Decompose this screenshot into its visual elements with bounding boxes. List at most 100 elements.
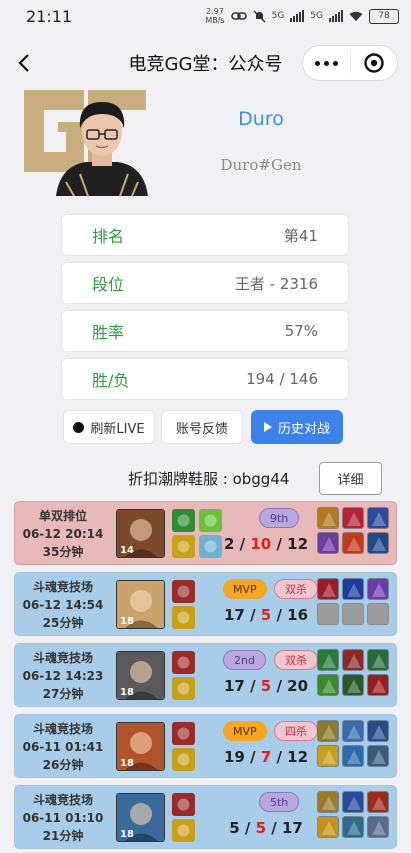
mute-bell-icon: [253, 9, 266, 23]
champion-portrait: 18: [116, 580, 165, 629]
summoner-spell-icon: [172, 677, 195, 700]
close-mini-program-button[interactable]: [351, 52, 398, 74]
stat-label: 胜率: [92, 323, 125, 342]
match-card[interactable]: 斗魂竞技场 06-12 14:23 27分钟 18 2nd 双杀 17 / 5 /…: [14, 643, 397, 707]
more-button[interactable]: [303, 60, 350, 66]
item-grid: [317, 578, 389, 625]
back-button[interactable]: [2, 41, 46, 85]
item-icon: [317, 720, 339, 742]
summoner-spell-icon: [172, 509, 195, 532]
summoner-spell-icon: [172, 580, 195, 603]
network-label-1: 5G: [271, 11, 285, 21]
match-info: 斗魂竞技场 06-11 01:41 26分钟: [15, 720, 111, 774]
kda: 17 / 5 / 16: [223, 606, 309, 624]
deaths: 5: [260, 677, 272, 695]
match-mode: 单双排位: [38, 509, 87, 523]
match-card[interactable]: 斗魂竞技场 06-11 01:10 21分钟 18 5th 5 / 5 / 17: [14, 785, 397, 849]
champion-portrait: 14: [116, 509, 165, 558]
summoner-spell-icon: [172, 722, 195, 745]
match-history-button[interactable]: 历史对战: [251, 410, 343, 444]
match-mode: 斗魂竞技场: [32, 793, 93, 807]
stat-record-row: 胜/负 194 / 146: [61, 358, 349, 400]
item-icon: [367, 674, 389, 696]
link-icon: [230, 12, 247, 20]
item-icon: [342, 674, 364, 696]
match-duration: 27分钟: [42, 687, 84, 701]
match-card[interactable]: 斗魂竞技场 06-12 14:54 25分钟 18 MVP 双杀 17 / 5 /…: [14, 572, 397, 636]
assists: 12: [287, 535, 309, 553]
stat-value: 194 / 146: [246, 370, 318, 388]
stat-label: 胜/负: [92, 371, 130, 390]
empty-item-slot: [367, 603, 389, 625]
detail-button[interactable]: 详细: [319, 462, 382, 495]
assists: 17: [281, 819, 303, 837]
champion-level: 18: [120, 829, 134, 840]
stat-value: 王者 - 2316: [234, 274, 318, 293]
item-icon: [317, 816, 339, 838]
champion-level: 18: [120, 758, 134, 769]
stat-winrate-row: 胜率 57%: [61, 310, 349, 352]
item-icon: [342, 745, 364, 767]
target-circle-icon: [364, 53, 384, 73]
player-name: Duro: [238, 108, 284, 130]
item-icon: [342, 507, 364, 529]
promo-text: 折扣潮牌鞋服 : obgg44: [128, 470, 290, 488]
item-icon: [317, 674, 339, 696]
kills: 17: [223, 606, 245, 624]
item-icon: [367, 532, 389, 554]
deaths: 5: [255, 819, 266, 837]
summoner-spell-icon: [172, 819, 195, 842]
champion-portrait: 18: [116, 651, 165, 700]
multikill-badge: 四杀: [274, 721, 318, 741]
status-icons: 2.97 MB/s 5G 5G 78: [205, 7, 399, 25]
stat-rank-row: 排名 第41: [61, 214, 349, 256]
live-dot-icon: [73, 421, 85, 433]
kda: 2 / 10 / 12: [223, 535, 309, 553]
kills: 19: [223, 748, 245, 766]
kda: 17 / 5 / 20: [223, 677, 309, 695]
item-icon: [367, 816, 389, 838]
assists: 20: [287, 677, 309, 695]
summoner-spell-icon: [172, 651, 195, 674]
match-info: 斗魂竞技场 06-11 01:10 21分钟: [15, 791, 111, 845]
stat-value: 第41: [283, 226, 318, 245]
match-date: 06-12 14:23: [22, 669, 104, 683]
match-info: 斗魂竞技场 06-12 14:54 25分钟: [15, 578, 111, 632]
champion-portrait: 18: [116, 793, 165, 842]
match-card[interactable]: 斗魂竞技场 06-11 01:41 26分钟 18 MVP 四杀 19 / 7 /…: [14, 714, 397, 778]
kda: 5 / 5 / 17: [229, 819, 303, 837]
rune-icon: [199, 509, 222, 532]
deaths: 7: [260, 748, 272, 766]
signal-icon: [290, 10, 305, 22]
player-avatar: [56, 102, 148, 196]
match-duration: 25分钟: [42, 616, 84, 630]
match-date: 06-12 20:14: [22, 527, 104, 541]
item-icon: [317, 791, 339, 813]
stat-label: 段位: [92, 275, 125, 294]
refresh-live-button[interactable]: 刷新LIVE: [63, 410, 155, 444]
wifi-icon: [349, 11, 363, 21]
match-date: 06-12 14:54: [22, 598, 104, 612]
status-bar: 21:11 2.97 MB/s 5G 5G 78: [0, 0, 411, 32]
item-icon: [317, 532, 339, 554]
match-info: 斗魂竞技场 06-12 14:23 27分钟: [15, 649, 111, 703]
item-icon: [342, 532, 364, 554]
signal-icon: [329, 10, 343, 22]
kills: 2: [223, 535, 235, 553]
item-icon: [342, 649, 364, 671]
match-card[interactable]: 单双排位 06-12 20:14 35分钟 14 9th 2 / 10 / 12: [14, 501, 397, 565]
chevron-left-icon: [18, 54, 29, 72]
item-icon: [317, 649, 339, 671]
champion-level: 18: [120, 687, 134, 698]
item-icon: [367, 720, 389, 742]
match-info: 单双排位 06-12 20:14 35分钟: [15, 507, 111, 561]
status-time: 21:11: [26, 6, 73, 26]
empty-item-slot: [317, 603, 339, 625]
account-feedback-button[interactable]: 账号反馈: [161, 410, 243, 444]
stat-value: 57%: [284, 322, 318, 340]
summoner-spell-icon: [172, 606, 195, 629]
kills: 17: [223, 677, 245, 695]
multikill-badge: 双杀: [274, 579, 318, 599]
title-bar: 电竞GG堂：公众号: [0, 40, 411, 86]
assists: 12: [287, 748, 309, 766]
